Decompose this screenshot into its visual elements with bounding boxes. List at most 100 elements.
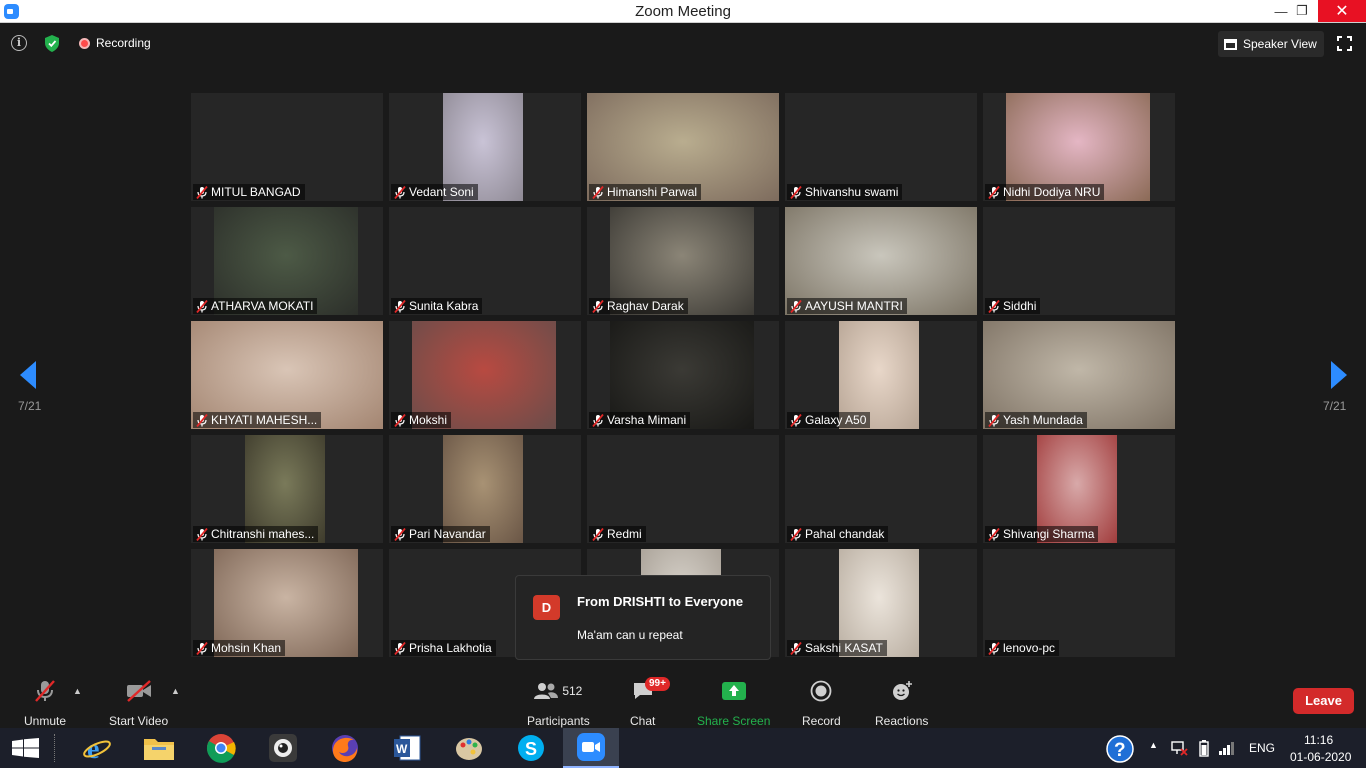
- audio-options-caret-icon[interactable]: ▲: [73, 686, 83, 696]
- participant-tile[interactable]: Yash Mundada: [983, 321, 1175, 429]
- participant-tile[interactable]: Varsha Mimani: [587, 321, 779, 429]
- close-button[interactable]: ✕: [1318, 0, 1366, 22]
- participant-tile[interactable]: Mohsin Khan: [191, 549, 383, 657]
- participants-button[interactable]: 512 Participants: [527, 679, 590, 728]
- participant-tile[interactable]: Chitranshi mahes...: [191, 435, 383, 543]
- fullscreen-icon[interactable]: [1337, 36, 1352, 51]
- participant-tile[interactable]: AAYUSH MANTRI: [785, 207, 977, 315]
- participant-tile[interactable]: Galaxy A50: [785, 321, 977, 429]
- signal-strength-icon[interactable]: [1219, 741, 1235, 755]
- internet-explorer-icon[interactable]: e: [69, 728, 125, 768]
- participant-name: Sakshi KASAT: [805, 641, 883, 655]
- record-icon: [810, 680, 832, 702]
- speaker-view-button[interactable]: Speaker View: [1218, 31, 1324, 57]
- participant-name-bar: KHYATI MAHESH...: [193, 412, 322, 428]
- participant-name-bar: Nidhi Dodiya NRU: [985, 184, 1105, 200]
- clock-date[interactable]: 01-06-2020: [1290, 750, 1351, 764]
- skype-icon[interactable]: S: [503, 728, 559, 768]
- participant-tile[interactable]: Pahal chandak: [785, 435, 977, 543]
- share-screen-button[interactable]: Share Screen: [697, 679, 770, 728]
- participant-name: Shivangi Sharma: [1003, 527, 1095, 541]
- participant-tile[interactable]: MITUL BANGAD: [191, 93, 383, 201]
- reactions-button[interactable]: Reactions: [875, 679, 928, 728]
- participant-tile[interactable]: ATHARVA MOKATI: [191, 207, 383, 315]
- help-icon[interactable]: ?: [1105, 735, 1135, 763]
- participant-tile[interactable]: Himanshi Parwal: [587, 93, 779, 201]
- participant-tile[interactable]: Pari Navandar: [389, 435, 581, 543]
- speaker-view-icon: [1224, 38, 1237, 50]
- share-screen-label: Share Screen: [697, 714, 771, 728]
- record-button[interactable]: Record: [802, 679, 841, 728]
- next-page-icon[interactable]: [1329, 360, 1349, 390]
- zoom-icon[interactable]: [563, 728, 619, 768]
- participant-tile[interactable]: Sunita Kabra: [389, 207, 581, 315]
- participant-tile[interactable]: Redmi: [587, 435, 779, 543]
- participant-tile[interactable]: Nidhi Dodiya NRU: [983, 93, 1175, 201]
- recording-label: Recording: [96, 36, 151, 50]
- mic-muted-icon: [394, 641, 406, 655]
- participant-tile[interactable]: Raghav Darak: [587, 207, 779, 315]
- participant-name-bar: Siddhi: [985, 298, 1041, 314]
- mic-muted-icon: [790, 527, 802, 541]
- participant-name-bar: Prisha Lakhotia: [391, 640, 496, 656]
- clock-time[interactable]: 11:16: [1304, 733, 1333, 747]
- participant-name: Galaxy A50: [805, 413, 867, 427]
- file-explorer-icon[interactable]: [131, 728, 187, 768]
- participant-name-bar: AAYUSH MANTRI: [787, 298, 907, 314]
- paint-icon[interactable]: [441, 728, 497, 768]
- network-disconnected-icon[interactable]: [1171, 740, 1188, 756]
- firefox-icon[interactable]: [317, 728, 373, 768]
- info-icon[interactable]: i: [11, 35, 27, 51]
- leave-button[interactable]: Leave: [1293, 688, 1354, 714]
- mic-muted-icon: [790, 413, 802, 427]
- chat-label: Chat: [630, 714, 656, 728]
- participant-name: Mokshi: [409, 413, 448, 427]
- encryption-shield-icon[interactable]: [45, 35, 59, 52]
- mic-muted-icon: [196, 527, 208, 541]
- participant-name-bar: ATHARVA MOKATI: [193, 298, 318, 314]
- chrome-icon[interactable]: [193, 728, 249, 768]
- unmute-button[interactable]: Unmute: [24, 679, 66, 728]
- mic-muted-icon: [394, 413, 406, 427]
- mic-muted-icon: [592, 413, 604, 427]
- participant-name-bar: Sunita Kabra: [391, 298, 483, 314]
- participant-tile[interactable]: lenovo-pc: [983, 549, 1175, 657]
- participant-name-bar: Redmi: [589, 526, 646, 542]
- participant-name-bar: Sakshi KASAT: [787, 640, 887, 656]
- chat-sender: From DRISHTI to Everyone: [577, 594, 744, 609]
- participant-tile[interactable]: Sakshi KASAT: [785, 549, 977, 657]
- participant-tile[interactable]: Shivangi Sharma: [983, 435, 1175, 543]
- participant-name: Siddhi: [1003, 299, 1037, 313]
- windows-start-icon[interactable]: [12, 738, 39, 758]
- participant-tile[interactable]: Siddhi: [983, 207, 1175, 315]
- webcam-app-icon[interactable]: [255, 728, 311, 768]
- svg-text:?: ?: [1114, 740, 1126, 761]
- participant-name: Mohsin Khan: [211, 641, 282, 655]
- reactions-icon: [892, 681, 912, 700]
- start-video-button[interactable]: Start Video: [109, 679, 168, 728]
- participant-name: Sunita Kabra: [409, 299, 479, 313]
- participant-tile[interactable]: Vedant Soni: [389, 93, 581, 201]
- participant-tile[interactable]: Shivanshu swami: [785, 93, 977, 201]
- show-hidden-icons-icon[interactable]: ▲: [1149, 740, 1158, 750]
- participant-name-bar: Pahal chandak: [787, 526, 889, 542]
- participant-name-bar: Shivangi Sharma: [985, 526, 1099, 542]
- chat-notification[interactable]: D From DRISHTI to Everyone Ma'am can u r…: [515, 575, 771, 660]
- taskbar-separator: [54, 734, 58, 762]
- word-icon[interactable]: W: [379, 728, 435, 768]
- mic-muted-icon: [790, 185, 802, 199]
- participant-name: Nidhi Dodiya NRU: [1003, 185, 1101, 199]
- participant-name: ATHARVA MOKATI: [211, 299, 314, 313]
- input-language[interactable]: ENG: [1249, 741, 1275, 755]
- mic-muted-icon: [592, 299, 604, 313]
- participant-name: AAYUSH MANTRI: [805, 299, 903, 313]
- participant-tile[interactable]: Mokshi: [389, 321, 581, 429]
- participant-tile[interactable]: KHYATI MAHESH...: [191, 321, 383, 429]
- battery-icon[interactable]: [1199, 739, 1209, 757]
- mic-muted-icon: [196, 413, 208, 427]
- participant-name-bar: Yash Mundada: [985, 412, 1087, 428]
- participant-name-bar: Pari Navandar: [391, 526, 490, 542]
- maximize-button[interactable]: ❐: [1282, 0, 1322, 22]
- previous-page-icon[interactable]: [18, 360, 38, 390]
- video-options-caret-icon[interactable]: ▲: [171, 686, 181, 696]
